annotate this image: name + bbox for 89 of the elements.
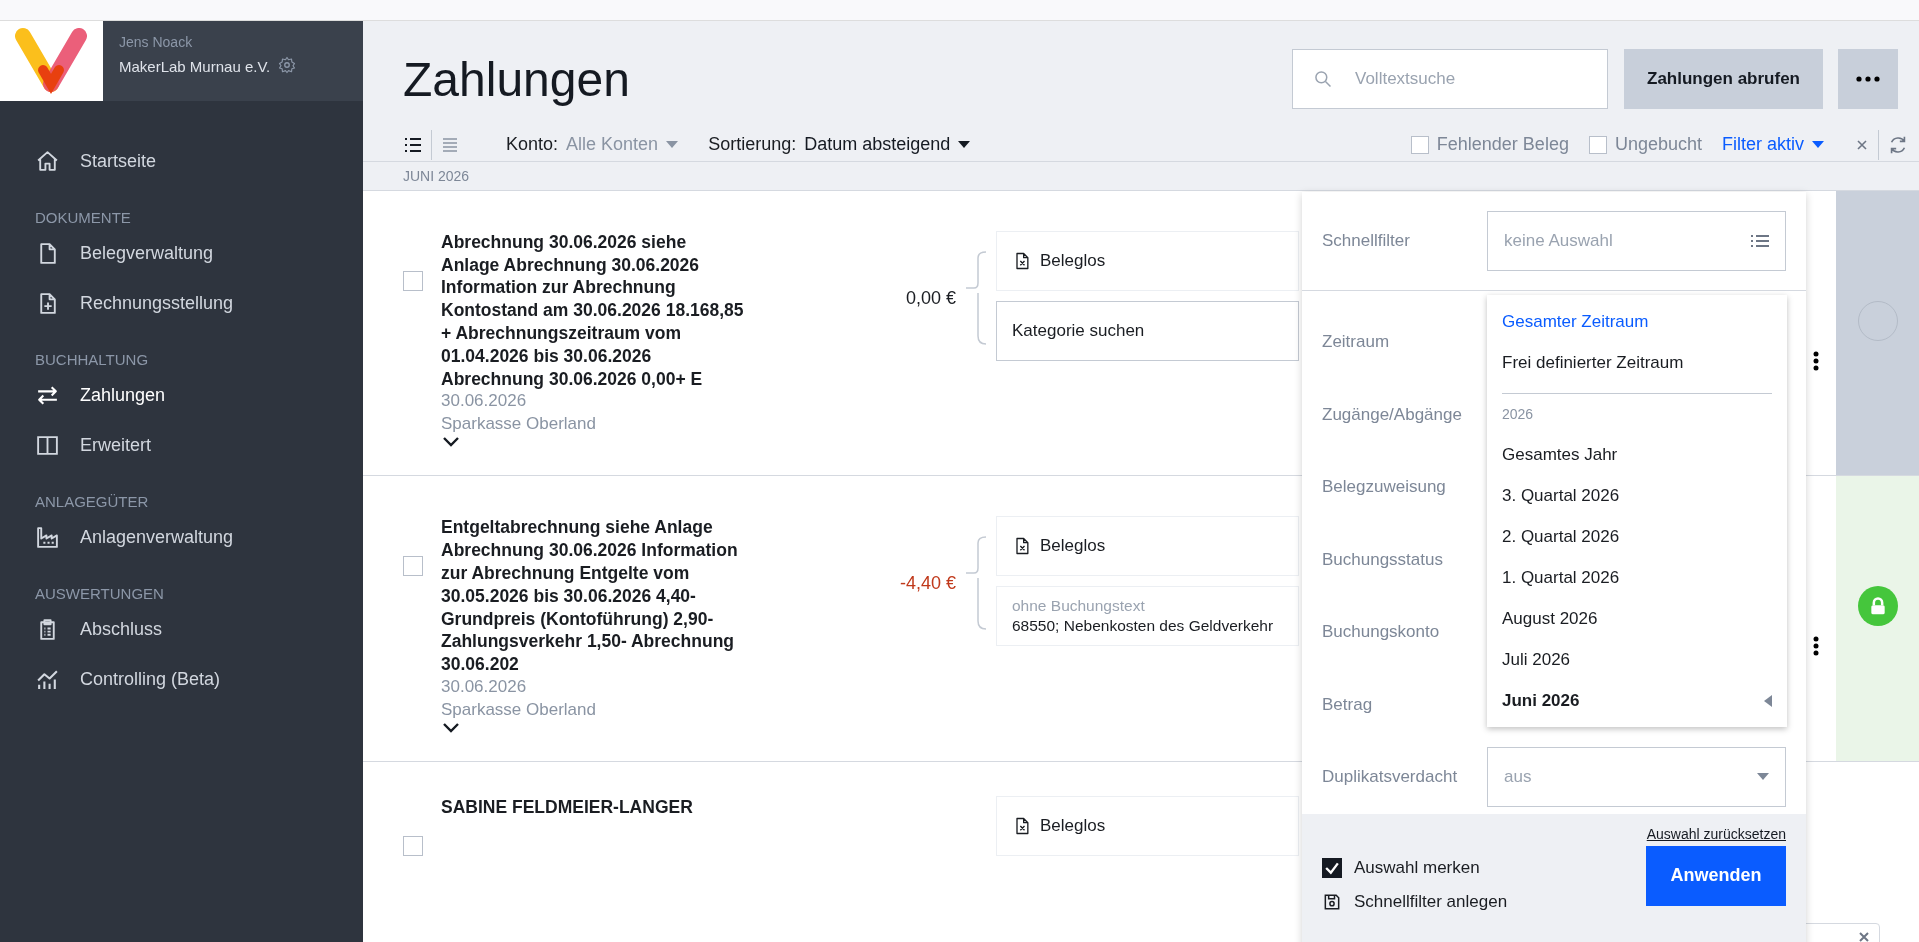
menu-option[interactable]: 1. Quartal 2026 [1487, 557, 1787, 598]
close-icon [1857, 930, 1871, 942]
checkbox[interactable] [1588, 135, 1607, 154]
receipt-card[interactable]: Beleglos [996, 230, 1299, 291]
checkbox[interactable] [1410, 135, 1429, 154]
nav-item[interactable]: Rechnungsstellung [0, 278, 363, 328]
row-checkbox[interactable] [403, 836, 423, 856]
caret-down-icon [1812, 140, 1824, 149]
booking-account: 68550; Nebenkosten des Geldverkehr [1012, 617, 1274, 636]
menu-option[interactable]: 3. Quartal 2026 [1487, 475, 1787, 516]
nav-section-heading: AUSWERTUNGEN [34, 584, 165, 604]
menu-group-heading: 2026 [1502, 393, 1772, 434]
payment-title: Entgeltabrechnung siehe Anlage Abrechnung 30.06.2026 Information zur Abrechnung Entgelte vom 30.05.2026 bis 30.06.2026 4,40- Grundpreis (Kontoführung) 2,90- Zahlungsverkehr 1,50- Abrechnung 30.06.202 [441, 516, 739, 676]
nav-item[interactable]: Belegverwaltung [0, 228, 363, 278]
nav-section-heading: DOKUMENTE [34, 208, 132, 228]
nav-item[interactable]: Anlagenverwaltung [0, 512, 363, 562]
chevron-down-icon [441, 721, 461, 735]
nav-item[interactable]: Zahlungen [0, 370, 363, 420]
search-input[interactable]: Volltextsuche [1353, 68, 1577, 90]
sort-dropdown[interactable]: Sortierung: Datum absteigend [708, 134, 971, 156]
field-label: Zeitraum [1322, 332, 1391, 353]
account-dropdown[interactable]: Konto: Alle Konten [506, 134, 679, 156]
field-label: Buchungskonto [1322, 622, 1441, 643]
field-label: Zugänge/Abgänge [1322, 404, 1463, 425]
payment-date: 30.06.2026 [441, 390, 528, 413]
factory-icon [35, 524, 60, 550]
nav-item[interactable]: Abschluss [0, 604, 363, 654]
nav-item[interactable]: Startseite [0, 136, 363, 186]
caret-left-icon [1764, 694, 1772, 707]
kebab-menu-icon [1813, 636, 1819, 657]
field-label: Schnellfilter [1322, 231, 1411, 251]
page-title: Zahlungen [403, 51, 631, 107]
receipt-status: Beleglos [1040, 250, 1106, 271]
payment-amount: -4,40 € [898, 573, 956, 596]
booking-text-placeholder: ohne Buchungstext [1012, 597, 1145, 616]
settings-icon [278, 56, 297, 74]
checkbox-label: Ungebucht [1614, 134, 1702, 156]
logo-icon[interactable] [0, 21, 103, 101]
field-label: Belegzuweisung [1322, 477, 1447, 498]
menu-option[interactable]: August 2026 [1487, 598, 1787, 639]
group-heading: JUNI 2026 [363, 161, 1919, 191]
caret-down-icon [958, 140, 971, 149]
home-icon [35, 148, 60, 174]
booking-card[interactable]: ohne Buchungstext 68550; Nebenkosten des Geldverkehr [996, 586, 1299, 647]
bank-name: Sparkasse Oberland [441, 698, 597, 721]
caret-down-icon [666, 140, 679, 149]
receipt-card[interactable]: Beleglos [996, 796, 1299, 856]
payment-amount: 0,00 € [904, 287, 956, 310]
search-field[interactable]: Volltextsuche [1292, 49, 1608, 109]
row-checkbox[interactable] [403, 270, 423, 291]
nav-section-heading: ANLAGEGÜTER [34, 492, 150, 512]
bank-name: Sparkasse Oberland [441, 412, 597, 435]
save-quick-filter-link[interactable]: Schnellfilter anlegen [1322, 891, 1508, 912]
payment-title: SABINE FELDMEIER-LANGER [441, 796, 694, 819]
row-checkbox[interactable] [403, 556, 423, 577]
receipt-status: Beleglos [1040, 816, 1106, 836]
checkbox[interactable] [1322, 857, 1342, 878]
receipt-card[interactable]: Beleglos [996, 516, 1299, 577]
nav-item[interactable]: Erweitert [0, 420, 363, 470]
apply-button[interactable]: Anwenden [1646, 845, 1786, 906]
payment-title: Abrechnung 30.06.2026 siehe Anlage Abrechnung 30.06.2026 Information zur Abrechnung Kontostand am 30.06.2026 18.168,85 + Abrechnungszeitraum vom 01.04.2026 bis 30.06.2026 Abrechnung 30.06.2026 0,00+ E [441, 230, 745, 391]
fetch-payments-button[interactable]: Zahlungen abrufen [1624, 49, 1823, 109]
nav-item[interactable]: Controlling (Beta) [0, 654, 363, 704]
menu-option[interactable]: Juni 2026 [1487, 680, 1787, 721]
caret-down-icon [1757, 773, 1769, 782]
organization-name[interactable]: MakerLab Murnau e.V. [119, 58, 271, 75]
more-button[interactable] [1838, 49, 1898, 109]
field-label: Duplikatsverdacht [1322, 767, 1459, 788]
list-icon [1751, 234, 1769, 248]
filter-toggle[interactable]: Filter aktiv [1722, 134, 1824, 156]
field-label: Buchungsstatus [1322, 549, 1444, 570]
checkbox-label: Fehlender Beleg [1436, 134, 1569, 156]
more-dots-icon [1856, 76, 1880, 82]
payment-date: 30.06.2026 [441, 676, 528, 698]
receipt-status: Beleglos [1040, 536, 1106, 557]
field-label: Betrag [1322, 694, 1374, 715]
reset-link[interactable]: Auswahl zurücksetzen [1646, 825, 1786, 842]
nav-section-heading: BUCHHALTUNG [34, 350, 150, 370]
menu-option[interactable]: 2. Quartal 2026 [1487, 516, 1787, 557]
menu-option[interactable]: Gesamtes Jahr [1487, 434, 1787, 475]
menu-option[interactable]: Gesamter Zeitraum [1487, 301, 1787, 342]
category-field[interactable]: Kategorie suchen [996, 300, 1299, 361]
checkbox-label: Auswahl merken [1354, 857, 1480, 878]
menu-option[interactable]: Frei definierter Zeitraum [1487, 342, 1787, 383]
menu-option[interactable]: Juli 2026 [1487, 639, 1787, 680]
user-name: Jens Noack [119, 34, 194, 50]
lock-icon[interactable] [1857, 586, 1898, 627]
kebab-menu-icon [1813, 350, 1819, 371]
search-icon [1313, 69, 1333, 89]
